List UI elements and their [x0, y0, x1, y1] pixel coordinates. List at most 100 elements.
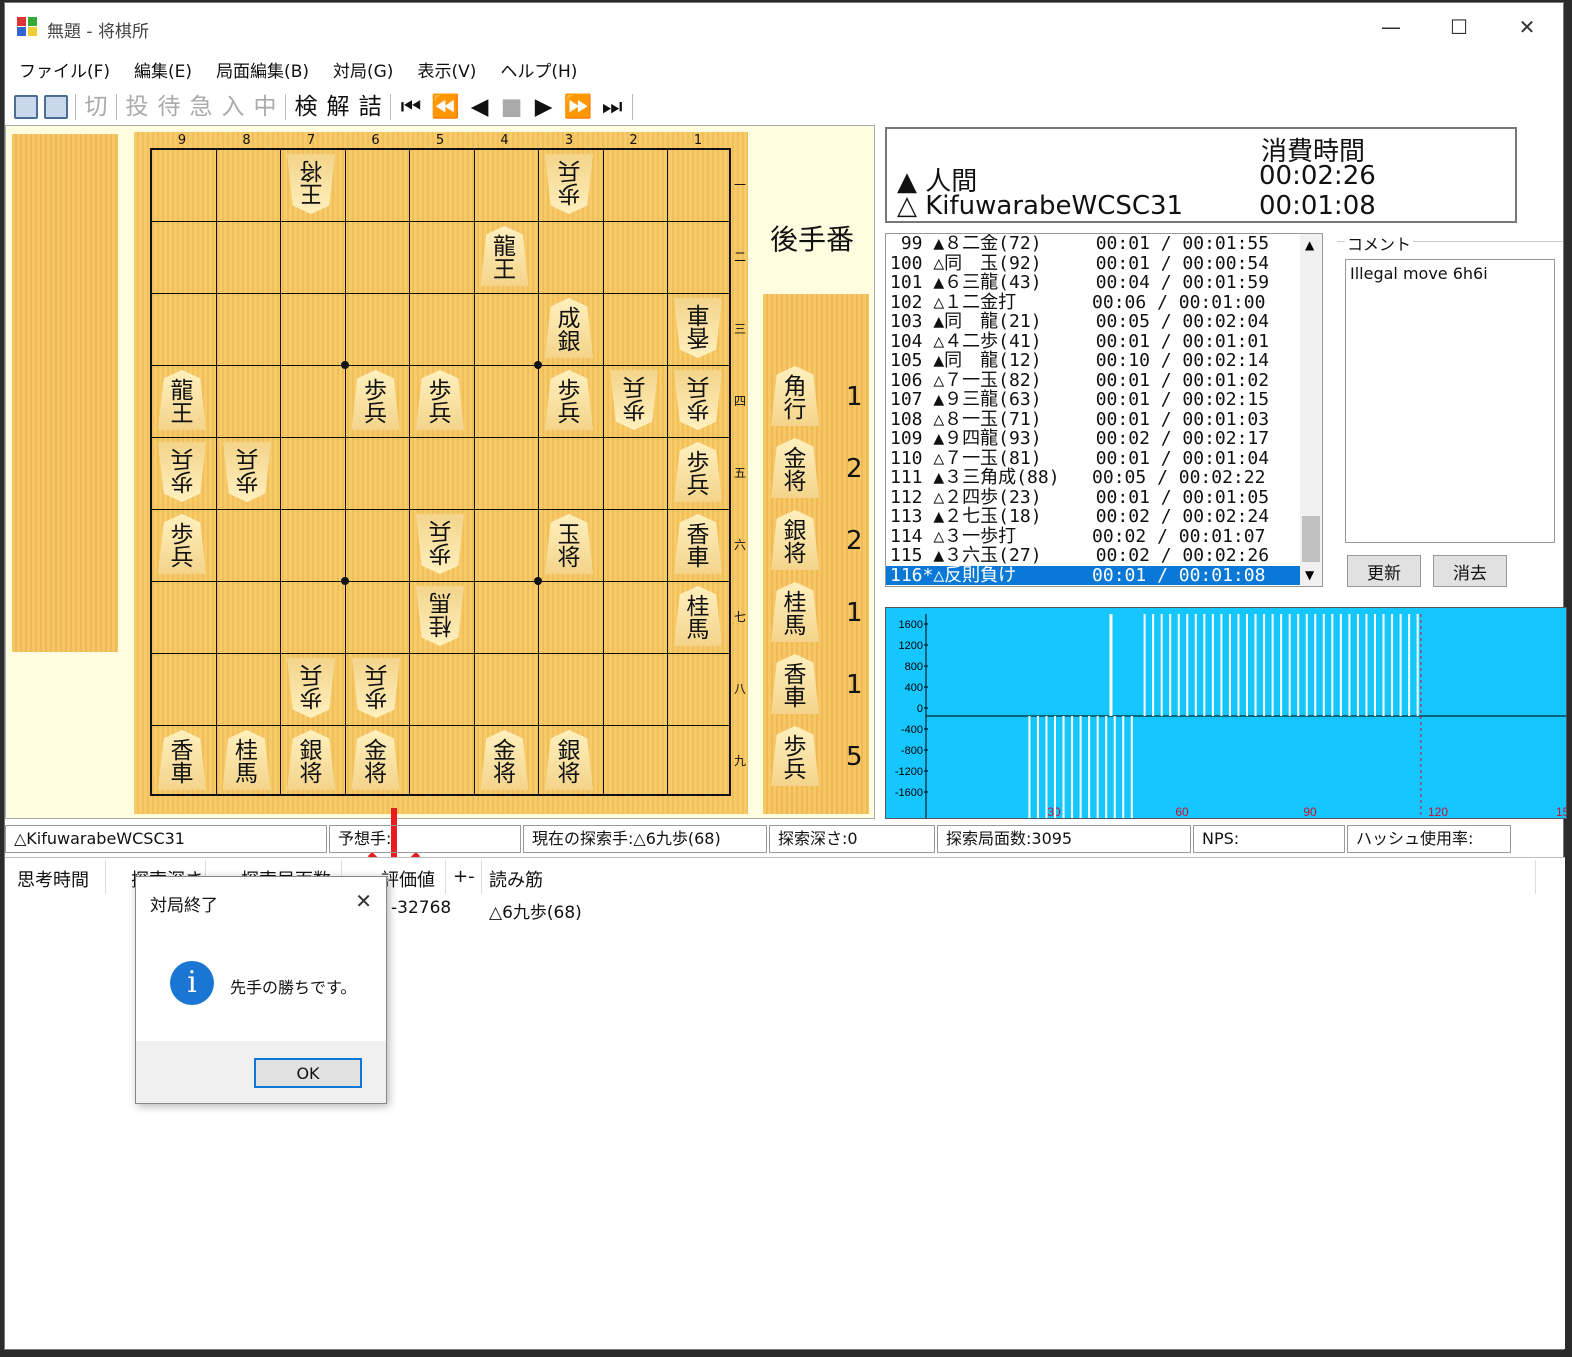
scroll-up-icon[interactable]: ▲	[1305, 238, 1314, 252]
back-ten-icon[interactable]: ⏪	[431, 92, 460, 122]
menu-view[interactable]: 表示(V)	[417, 57, 476, 82]
sente-piece[interactable]: 銀将	[545, 730, 593, 790]
toolbar-stop[interactable]: 中	[253, 92, 277, 122]
kifu-row[interactable]: 99 ▲８二金(72) 00:01 / 00:01:55	[886, 234, 1322, 254]
kifu-row[interactable]: 100 △同 玉(92) 00:01 / 00:00:54	[886, 253, 1322, 274]
menu-edit[interactable]: 編集(E)	[134, 57, 192, 82]
gote-piece[interactable]: 歩兵	[287, 658, 335, 718]
gote-piece[interactable]: 香車	[674, 298, 722, 358]
header-plusminus[interactable]: +-	[453, 866, 475, 887]
kifu-row[interactable]: 107 ▲９三龍(63) 00:01 / 00:02:15	[886, 390, 1322, 410]
stop-icon[interactable]: ■	[500, 92, 524, 122]
kifu-row[interactable]: 108 △８一玉(71) 00:01 / 00:01:03	[886, 409, 1322, 430]
comment-textarea[interactable]: Illegal move 6h6i	[1345, 259, 1555, 543]
gote-piece[interactable]: 歩兵	[352, 658, 400, 718]
dialog-close-icon[interactable]: ✕	[355, 889, 372, 913]
kifu-row[interactable]: 101 ▲６三龍(43) 00:04 / 00:01:59	[886, 273, 1322, 293]
forward-ten-icon[interactable]: ⏩	[564, 92, 593, 122]
menu-help[interactable]: ヘルプ(H)	[500, 57, 577, 82]
scroll-thumb[interactable]	[1302, 516, 1320, 562]
hand-piece[interactable]: 銀将	[771, 510, 819, 570]
gote-piece[interactable]: 歩兵	[223, 442, 271, 502]
kifu-row[interactable]: 103 ▲同 龍(21) 00:05 / 00:02:04	[886, 312, 1322, 332]
graph-x-tick: 60	[1175, 805, 1189, 818]
maximize-button[interactable]: ☐	[1425, 3, 1493, 51]
gote-piece[interactable]: 歩兵	[158, 442, 206, 502]
sente-piece[interactable]: 銀将	[287, 730, 335, 790]
menu-file[interactable]: ファイル(F)	[19, 57, 110, 82]
gote-piece[interactable]: 王将	[287, 154, 335, 214]
update-button[interactable]: 更新	[1347, 555, 1421, 587]
sente-piece[interactable]: 歩兵	[545, 370, 593, 430]
hand-piece[interactable]: 香車	[771, 654, 819, 714]
sente-piece[interactable]: 歩兵	[674, 442, 722, 502]
gote-piece[interactable]: 歩兵	[416, 514, 464, 574]
toolbar-cut[interactable]: 切	[84, 92, 108, 122]
sente-piece[interactable]: 金将	[351, 730, 400, 790]
sente-piece[interactable]: 龍王	[480, 226, 529, 286]
kifu-scrollbar[interactable]: ▲ ▼	[1300, 234, 1322, 586]
save-icon[interactable]	[44, 95, 68, 119]
kifu-row[interactable]: 110 △７一玉(81) 00:01 / 00:01:04	[886, 448, 1322, 469]
toolbar-analyze[interactable]: 解	[326, 92, 350, 122]
toolbar-declare[interactable]: 入	[221, 92, 245, 122]
kifu-row[interactable]: 113 ▲２七玉(18) 00:02 / 00:02:24	[886, 507, 1322, 527]
sente-piece[interactable]: 歩兵	[158, 514, 206, 574]
toolbar-mate[interactable]: 詰	[358, 92, 382, 122]
first-move-icon[interactable]: ⏮	[399, 92, 423, 122]
gote-piece[interactable]: 歩兵	[610, 370, 658, 430]
graph-bar	[1263, 614, 1266, 716]
kifu-row[interactable]: 112 △２四歩(23) 00:01 / 00:01:05	[886, 487, 1322, 508]
status-predict: 予想手:	[329, 825, 521, 853]
hand-piece[interactable]: 金将	[771, 438, 819, 498]
sente-piece[interactable]: 成銀	[545, 298, 593, 358]
kifu-row[interactable]: 114 △３一歩打 00:02 / 00:01:07	[886, 526, 1322, 547]
hand-piece[interactable]: 角行	[771, 366, 819, 426]
gote-piece[interactable]: 桂馬	[416, 586, 464, 646]
sente-piece[interactable]: 歩兵	[416, 370, 464, 430]
info-icon: i	[170, 961, 214, 1005]
header-eval[interactable]: 評価値	[381, 866, 435, 892]
hand-piece[interactable]: 桂馬	[771, 582, 819, 642]
kifu-row[interactable]: 102 △１二金打 00:06 / 00:01:00	[886, 292, 1322, 313]
close-button[interactable]: ✕	[1493, 3, 1561, 51]
clear-button[interactable]: 消去	[1433, 555, 1507, 587]
sente-piece[interactable]: 玉将	[545, 514, 593, 574]
hand-piece[interactable]: 歩兵	[771, 726, 819, 786]
sente-piece[interactable]: 歩兵	[351, 370, 400, 430]
menu-game[interactable]: 対局(G)	[333, 57, 393, 82]
window-title: 無題 - 将棋所	[47, 22, 149, 42]
kifu-row[interactable]: 116*△反則負け 00:01 / 00:01:08	[886, 565, 1322, 585]
gote-piece[interactable]: 歩兵	[545, 154, 593, 214]
minimize-button[interactable]: —	[1357, 3, 1425, 51]
header-think-time[interactable]: 思考時間	[17, 866, 89, 892]
toolbar-resign[interactable]: 投	[125, 92, 149, 122]
kifu-row[interactable]: 106 △７一玉(82) 00:01 / 00:01:02	[886, 370, 1322, 391]
ok-button[interactable]: OK	[254, 1058, 362, 1088]
kifu-row[interactable]: 111 ▲３三角成(88) 00:05 / 00:02:22	[886, 468, 1322, 488]
kifu-row[interactable]: 115 ▲３六玉(27) 00:02 / 00:02:26	[886, 546, 1322, 566]
sente-piece[interactable]: 桂馬	[674, 586, 722, 646]
kifu-row[interactable]: 109 ▲９四龍(93) 00:02 / 00:02:17	[886, 429, 1322, 449]
kifu-row[interactable]: 105 ▲同 龍(12) 00:10 / 00:02:14	[886, 351, 1322, 371]
sente-piece[interactable]: 龍王	[158, 370, 206, 430]
toolbar-study[interactable]: 検	[294, 92, 318, 122]
menu-position-edit[interactable]: 局面編集(B)	[216, 57, 309, 82]
last-move-icon[interactable]: ⏭	[600, 92, 624, 122]
sente-piece[interactable]: 桂馬	[222, 730, 271, 790]
piece-char: 銀	[557, 329, 581, 355]
toolbar-hurry[interactable]: 急	[189, 92, 213, 122]
sente-piece[interactable]: 香車	[674, 514, 722, 574]
sente-piece[interactable]: 金将	[480, 730, 529, 790]
back-icon[interactable]: ◀	[468, 92, 492, 122]
forward-icon[interactable]: ▶	[532, 92, 556, 122]
piece-char: 金	[364, 738, 387, 764]
open-icon[interactable]	[14, 95, 38, 119]
scroll-down-icon[interactable]: ▼	[1305, 568, 1314, 582]
toolbar-undo[interactable]: 待	[157, 92, 181, 122]
header-pv[interactable]: 読み筋	[489, 866, 543, 892]
gote-piece[interactable]: 歩兵	[674, 370, 722, 430]
kifu-row[interactable]: 104 △４二歩(41) 00:01 / 00:01:01	[886, 331, 1322, 352]
sente-piece[interactable]: 香車	[158, 730, 206, 790]
kifu-list[interactable]: 99 ▲８二金(72) 00:01 / 00:01:55 100 △同 玉(92)…	[885, 233, 1323, 587]
